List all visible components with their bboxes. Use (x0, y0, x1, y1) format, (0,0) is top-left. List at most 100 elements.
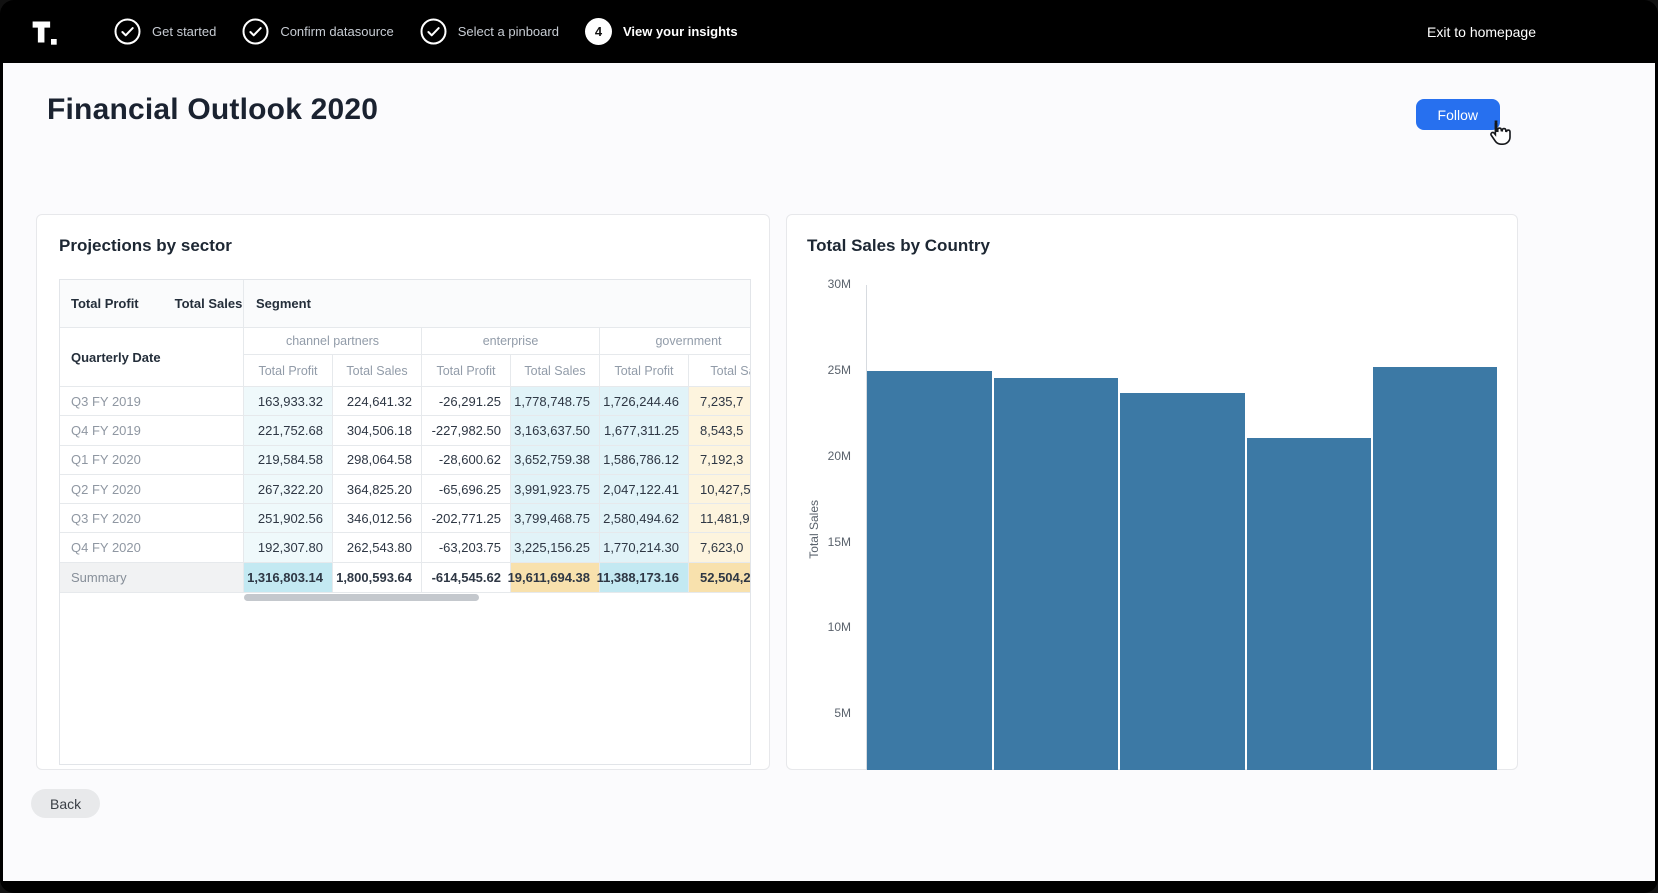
table-cell[interactable]: -202,771.25 (422, 504, 511, 533)
row-label: Q4 FY 2019 (60, 416, 244, 445)
step-get-started[interactable]: Get started (114, 18, 216, 45)
table-cell[interactable]: 267,322.20 (244, 475, 333, 504)
table-cell[interactable]: 2,047,122.41 (600, 475, 689, 504)
segment-group-label: enterprise (422, 328, 600, 355)
table-cell[interactable]: -65,696.25 (422, 475, 511, 504)
measure-header-label: Total Profit (71, 296, 139, 311)
step-view-your-insights[interactable]: 4 View your insights (585, 18, 738, 45)
table-cell[interactable]: 251,902.56 (244, 504, 333, 533)
total-sales-card: Total Sales by Country 30M25M20M15M10M5M… (786, 214, 1518, 770)
step-select-a-pinboard[interactable]: Select a pinboard (420, 18, 559, 45)
y-tick-label: 25M (787, 363, 851, 377)
table-cell[interactable]: 10,427,5 (689, 475, 751, 504)
summary-cell[interactable]: 52,504,2 (689, 563, 751, 593)
table-cell[interactable]: 3,652,759.38 (511, 446, 600, 475)
column-header: Total Profit (422, 355, 511, 387)
app-window: Get started Confirm datasource Select a … (0, 0, 1658, 893)
check-circle-icon (420, 18, 447, 45)
check-circle-icon (114, 18, 141, 45)
content-area: Financial Outlook 2020 Follow Projection… (3, 63, 1655, 881)
table-cell[interactable]: -63,203.75 (422, 533, 511, 562)
bar[interactable] (1120, 393, 1245, 770)
step-number-badge: 4 (585, 18, 612, 45)
row-label: Q2 FY 2020 (60, 475, 244, 504)
measure-header-label: Total Sales (175, 296, 243, 311)
table-cell[interactable]: 7,192,3 (689, 446, 751, 475)
column-header: Total Sales (333, 355, 422, 387)
y-tick-label: 30M (787, 277, 851, 291)
table-cell[interactable]: 298,064.58 (333, 446, 422, 475)
bar[interactable] (994, 378, 1119, 770)
summary-cell[interactable]: -614,545.62 (422, 563, 511, 593)
segment-header: Segment (244, 280, 751, 328)
column-header: Total Sa (689, 355, 751, 387)
table-cell[interactable]: 224,641.32 (333, 387, 422, 416)
follow-button-label: Follow (1438, 107, 1478, 123)
exit-to-homepage-link[interactable]: Exit to homepage (1427, 24, 1536, 40)
pivot-table[interactable]: Total Profit Total Sales Segment Quarter… (59, 279, 751, 765)
bar-plot (866, 285, 1497, 770)
follow-button[interactable]: Follow (1416, 99, 1500, 130)
topbar: Get started Confirm datasource Select a … (0, 0, 1658, 63)
bar[interactable] (867, 371, 992, 770)
table-cell[interactable]: 262,543.80 (333, 533, 422, 562)
y-tick-label: 10M (787, 620, 851, 634)
column-header: Total Profit (600, 355, 689, 387)
y-axis-title: Total Sales (807, 500, 821, 559)
table-cell[interactable]: 1,770,214.30 (600, 533, 689, 562)
table-cell[interactable]: 3,163,637.50 (511, 416, 600, 445)
y-tick-label: 5M (787, 706, 851, 720)
y-axis-ticks: 30M25M20M15M10M5M (787, 215, 851, 769)
segment-group-label: government (600, 328, 751, 355)
horizontal-scrollbar[interactable] (244, 594, 479, 601)
table-cell[interactable]: 364,825.20 (333, 475, 422, 504)
table-cell[interactable]: -227,982.50 (422, 416, 511, 445)
column-header: Total Sales (511, 355, 600, 387)
table-cell[interactable]: 304,506.18 (333, 416, 422, 445)
summary-cell[interactable]: 11,388,173.16 (600, 563, 689, 593)
segment-group-label: channel partners (244, 328, 422, 355)
summary-cell[interactable]: 19,611,694.38 (511, 563, 600, 593)
table-cell[interactable]: -28,600.62 (422, 446, 511, 475)
check-circle-icon (242, 18, 269, 45)
measures-header: Total Profit Total Sales (60, 280, 244, 328)
table-cell[interactable]: 346,012.56 (333, 504, 422, 533)
table-cell[interactable]: -26,291.25 (422, 387, 511, 416)
hand-cursor-icon (1484, 118, 1514, 148)
bar[interactable] (1373, 367, 1497, 770)
table-cell[interactable]: 3,225,156.25 (511, 533, 600, 562)
table-card-title: Projections by sector (59, 236, 232, 256)
row-label: Q3 FY 2019 (60, 387, 244, 416)
table-cell[interactable]: 7,623,0 (689, 533, 751, 562)
table-cell[interactable]: 8,543,5 (689, 416, 751, 445)
summary-cell[interactable]: 1,316,803.14 (244, 563, 333, 593)
table-cell[interactable]: 3,991,923.75 (511, 475, 600, 504)
table-cell[interactable]: 163,933.32 (244, 387, 333, 416)
table-cell[interactable]: 1,586,786.12 (600, 446, 689, 475)
row-label: Q1 FY 2020 (60, 446, 244, 475)
table-cell[interactable]: 2,580,494.62 (600, 504, 689, 533)
row-dimension-header: Quarterly Date (60, 328, 244, 387)
y-tick-label: 20M (787, 449, 851, 463)
step-label: Confirm datasource (280, 24, 393, 39)
table-cell[interactable]: 192,307.80 (244, 533, 333, 562)
table-cell[interactable]: 1,726,244.46 (600, 387, 689, 416)
bar[interactable] (1247, 438, 1372, 770)
table-cell[interactable]: 219,584.58 (244, 446, 333, 475)
table-cell[interactable]: 1,778,748.75 (511, 387, 600, 416)
thoughtspot-logo-icon (30, 18, 58, 46)
table-cell[interactable]: 221,752.68 (244, 416, 333, 445)
summary-row-label: Summary (60, 563, 244, 593)
table-cell[interactable]: 11,481,9 (689, 504, 751, 533)
step-confirm-datasource[interactable]: Confirm datasource (242, 18, 393, 45)
stepper: Get started Confirm datasource Select a … (114, 18, 738, 45)
table-cell[interactable]: 3,799,468.75 (511, 504, 600, 533)
row-label: Q3 FY 2020 (60, 504, 244, 533)
table-cell[interactable]: 1,677,311.25 (600, 416, 689, 445)
summary-cell[interactable]: 1,800,593.64 (333, 563, 422, 593)
back-button[interactable]: Back (31, 789, 100, 818)
page-title: Financial Outlook 2020 (47, 93, 378, 127)
table-cell[interactable]: 7,235,7 (689, 387, 751, 416)
row-label: Q4 FY 2020 (60, 533, 244, 562)
step-label: Select a pinboard (458, 24, 559, 39)
